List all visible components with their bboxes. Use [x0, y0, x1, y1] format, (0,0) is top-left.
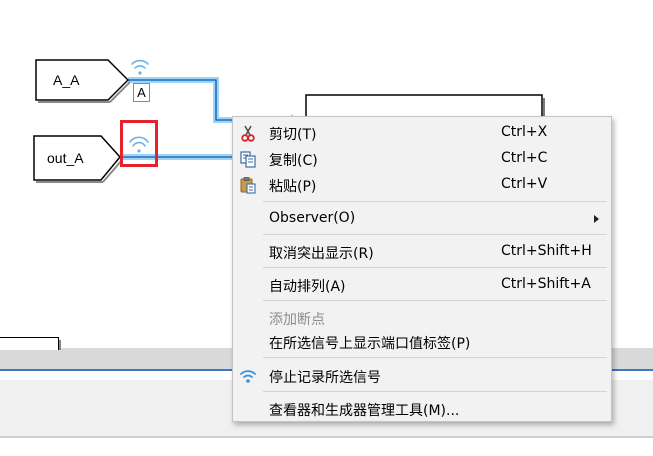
menu-item-cut[interactable]: 剪切(T) Ctrl+X: [233, 120, 611, 146]
submenu-arrow-icon: [594, 215, 599, 223]
menu-item-copy[interactable]: 复制(C) Ctrl+C: [233, 146, 611, 172]
scissors-icon: [241, 125, 255, 142]
signal-logging-icon: [240, 370, 256, 383]
partial-block[interactable]: [0, 337, 61, 350]
menu-item-label: 取消突出显示(R): [269, 246, 374, 262]
menu-separator: [263, 267, 607, 268]
menu-item-label: 停止记录所选信号: [269, 370, 381, 386]
menu-item-label: Observer(O): [269, 210, 356, 226]
inport-label-out-a: out_A: [47, 150, 84, 166]
context-menu: 剪切(T) Ctrl+X 复制(C) Ctrl+C 粘贴(P) Ctrl+V O…: [232, 116, 612, 422]
menu-item-shortcut: Ctrl+C: [501, 150, 548, 166]
inport-block-a-a[interactable]: [35, 59, 131, 103]
paste-icon: [240, 177, 256, 194]
menu-item-shortcut: Ctrl+X: [501, 124, 548, 140]
menu-item-label: 复制(C): [269, 153, 318, 169]
menu-item-remove-highlight[interactable]: 取消突出显示(R) Ctrl+Shift+H: [233, 239, 611, 265]
menu-item-show-port-value-label[interactable]: 在所选信号上显示端口值标签(P): [233, 329, 611, 355]
menu-item-label: 自动排列(A): [269, 279, 346, 295]
menu-item-auto-arrange[interactable]: 自动排列(A) Ctrl+Shift+A: [233, 272, 611, 298]
inport-label-a-a: A_A: [53, 72, 80, 88]
menu-item-label: 添加断点: [269, 312, 325, 328]
panel-bottom-edge: [0, 436, 653, 438]
menu-item-shortcut: Ctrl+Shift+H: [501, 243, 592, 259]
menu-separator: [263, 357, 607, 358]
menu-item-label: 剪切(T): [269, 127, 317, 143]
menu-item-observer[interactable]: Observer(O): [233, 206, 611, 232]
signal-name-label[interactable]: A: [133, 83, 150, 102]
menu-separator: [263, 234, 607, 235]
menu-item-paste[interactable]: 粘贴(P) Ctrl+V: [233, 172, 611, 198]
menu-separator: [263, 300, 607, 301]
menu-separator: [263, 201, 607, 202]
copy-icon: [240, 151, 256, 168]
menu-separator: [263, 391, 607, 392]
menu-item-stop-logging[interactable]: 停止记录所选信号: [233, 363, 611, 389]
menu-item-viewers-generators[interactable]: 查看器和生成器管理工具(M)...: [233, 396, 611, 422]
menu-item-label: 查看器和生成器管理工具(M)...: [269, 403, 460, 419]
menu-item-add-breakpoint: 添加断点: [233, 305, 611, 331]
menu-item-label: 在所选信号上显示端口值标签(P): [269, 336, 471, 352]
highlight-annotation-box: [120, 120, 158, 167]
menu-item-shortcut: Ctrl+Shift+A: [501, 276, 591, 292]
menu-item-label: 粘贴(P): [269, 179, 317, 195]
menu-item-shortcut: Ctrl+V: [501, 176, 548, 192]
signal-logging-icon[interactable]: [131, 59, 149, 75]
